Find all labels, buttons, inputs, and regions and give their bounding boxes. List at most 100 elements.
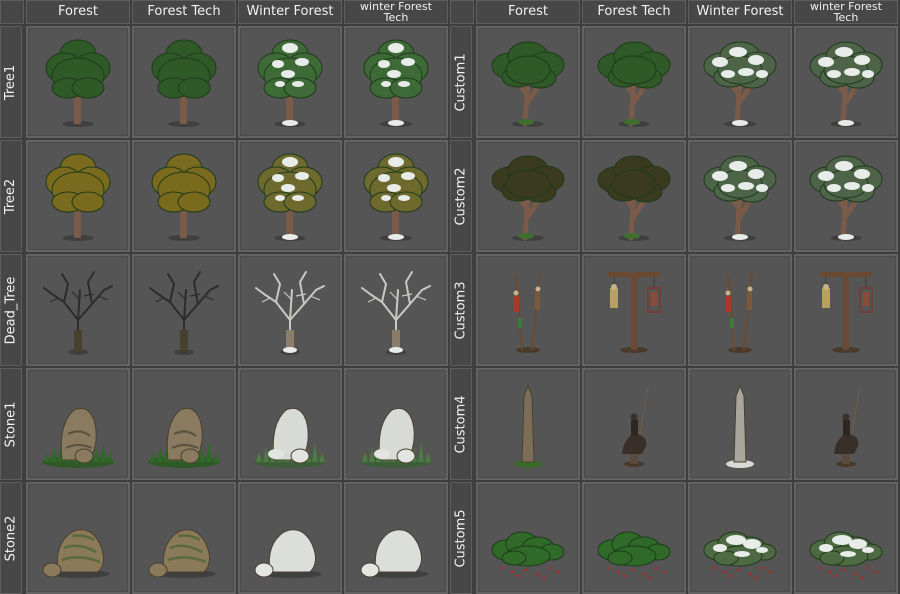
row-label-text: Custom1 bbox=[453, 52, 469, 112]
tree-autumn-snowy-icon bbox=[363, 153, 429, 241]
row-label-text: Tree2 bbox=[3, 178, 19, 214]
bush-snowy-icon bbox=[703, 531, 777, 580]
sprite-cell[interactable] bbox=[132, 254, 236, 366]
bush-icon bbox=[597, 531, 671, 580]
sprite-cell[interactable] bbox=[238, 26, 342, 138]
sprite-cell[interactable] bbox=[26, 254, 130, 366]
sprite-cell[interactable] bbox=[582, 140, 686, 252]
oak-green-icon bbox=[491, 41, 565, 127]
sprite-cell[interactable] bbox=[794, 368, 898, 480]
row-label: Tree2 bbox=[0, 140, 22, 252]
tree-snowy-icon bbox=[363, 39, 429, 127]
left-corner bbox=[0, 0, 24, 24]
sprite-cell[interactable] bbox=[26, 482, 130, 594]
sprite-cell[interactable] bbox=[476, 140, 580, 252]
sprite-cell[interactable] bbox=[476, 254, 580, 366]
stone-snowy-icon bbox=[360, 407, 432, 468]
tree-autumn-icon bbox=[151, 153, 217, 241]
sprite-cell[interactable] bbox=[688, 368, 792, 480]
row-label-text: Custom3 bbox=[453, 280, 469, 340]
boulder-icon bbox=[42, 529, 110, 578]
row-label-text: Stone1 bbox=[3, 401, 19, 447]
sprite-cell[interactable] bbox=[688, 254, 792, 366]
sprite-cell[interactable] bbox=[132, 482, 236, 594]
stone-mossy-icon bbox=[42, 407, 114, 468]
oak-snowy-icon bbox=[809, 41, 883, 127]
row-label-text: Dead_Tree bbox=[3, 276, 19, 344]
knight-statue-icon bbox=[622, 385, 649, 467]
sprite-cell[interactable] bbox=[688, 140, 792, 252]
sprite-cell[interactable] bbox=[238, 140, 342, 252]
row-label-text: Custom2 bbox=[453, 166, 469, 226]
boulder-icon bbox=[148, 529, 216, 578]
column-header: Forest Tech bbox=[582, 0, 686, 24]
column-header: Winter Forest bbox=[238, 0, 342, 24]
sprite-cell[interactable] bbox=[794, 482, 898, 594]
dead-tree-snowy-icon bbox=[361, 271, 431, 355]
sprite-cell[interactable] bbox=[794, 140, 898, 252]
sprite-cell[interactable] bbox=[582, 482, 686, 594]
row-label: Custom3 bbox=[450, 254, 472, 366]
bush-snowy-icon bbox=[809, 531, 883, 580]
sprite-cell[interactable] bbox=[238, 482, 342, 594]
sprite-cell[interactable] bbox=[688, 26, 792, 138]
gallows-icon bbox=[608, 272, 661, 353]
sprite-cell[interactable] bbox=[238, 368, 342, 480]
dead-tree-icon bbox=[43, 271, 113, 355]
bush-icon bbox=[491, 531, 565, 580]
row-label: Custom5 bbox=[450, 482, 472, 594]
obelisk-icon bbox=[514, 384, 542, 468]
sprite-cell[interactable] bbox=[26, 26, 130, 138]
oak-dark-icon bbox=[491, 155, 565, 241]
dead-tree-icon bbox=[149, 271, 219, 355]
row-label-text: Custom4 bbox=[453, 394, 469, 454]
sprite-cell[interactable] bbox=[344, 26, 448, 138]
sprite-cell[interactable] bbox=[344, 482, 448, 594]
sprite-cell[interactable] bbox=[476, 26, 580, 138]
oak-snowy-icon bbox=[703, 41, 777, 127]
row-label: Custom2 bbox=[450, 140, 472, 252]
sprite-cell[interactable] bbox=[476, 368, 580, 480]
sprite-cell[interactable] bbox=[582, 26, 686, 138]
sprite-cell[interactable] bbox=[688, 482, 792, 594]
oak-snowy-icon bbox=[703, 155, 777, 241]
knight-statue-icon bbox=[834, 385, 861, 467]
oak-dark-icon bbox=[597, 155, 671, 241]
sprite-cell[interactable] bbox=[344, 368, 448, 480]
column-header: Forest Tech bbox=[132, 0, 236, 24]
column-header: Forest bbox=[26, 0, 130, 24]
tree-autumn-icon bbox=[45, 153, 111, 241]
obelisk-snowy-icon bbox=[726, 384, 754, 468]
sprite-cell[interactable] bbox=[26, 368, 130, 480]
dead-tree-snowy-icon bbox=[255, 271, 325, 355]
boulder-snowy-icon bbox=[254, 529, 322, 578]
sprite-cell[interactable] bbox=[132, 26, 236, 138]
row-label-text: Tree1 bbox=[3, 64, 19, 100]
boulder-snowy-icon bbox=[360, 529, 428, 578]
stone-snowy-icon bbox=[254, 407, 326, 468]
stone-mossy-icon bbox=[148, 407, 220, 468]
column-header: winter Forest Tech bbox=[344, 0, 448, 24]
sprite-cell[interactable] bbox=[582, 254, 686, 366]
column-header: Forest bbox=[476, 0, 580, 24]
sprite-cell[interactable] bbox=[344, 254, 448, 366]
sprite-cell[interactable] bbox=[26, 140, 130, 252]
sprite-cell[interactable] bbox=[132, 368, 236, 480]
sprite-cell[interactable] bbox=[132, 140, 236, 252]
spear-corpses-icon bbox=[513, 271, 541, 353]
sprite-cell[interactable] bbox=[238, 254, 342, 366]
sprite-cell[interactable] bbox=[582, 368, 686, 480]
oak-snowy-icon bbox=[809, 155, 883, 241]
row-label: Dead_Tree bbox=[0, 254, 22, 366]
row-label: Tree1 bbox=[0, 26, 22, 138]
tree-green-icon bbox=[45, 39, 111, 127]
sprite-cell[interactable] bbox=[344, 140, 448, 252]
gallows-icon bbox=[820, 272, 873, 353]
sprite-cell[interactable] bbox=[476, 482, 580, 594]
row-label: Custom1 bbox=[450, 26, 472, 138]
row-label-text: Stone2 bbox=[3, 515, 19, 561]
sprite-cell[interactable] bbox=[794, 254, 898, 366]
tree-green-icon bbox=[151, 39, 217, 127]
sprite-cell[interactable] bbox=[794, 26, 898, 138]
tree-autumn-snowy-icon bbox=[257, 153, 323, 241]
